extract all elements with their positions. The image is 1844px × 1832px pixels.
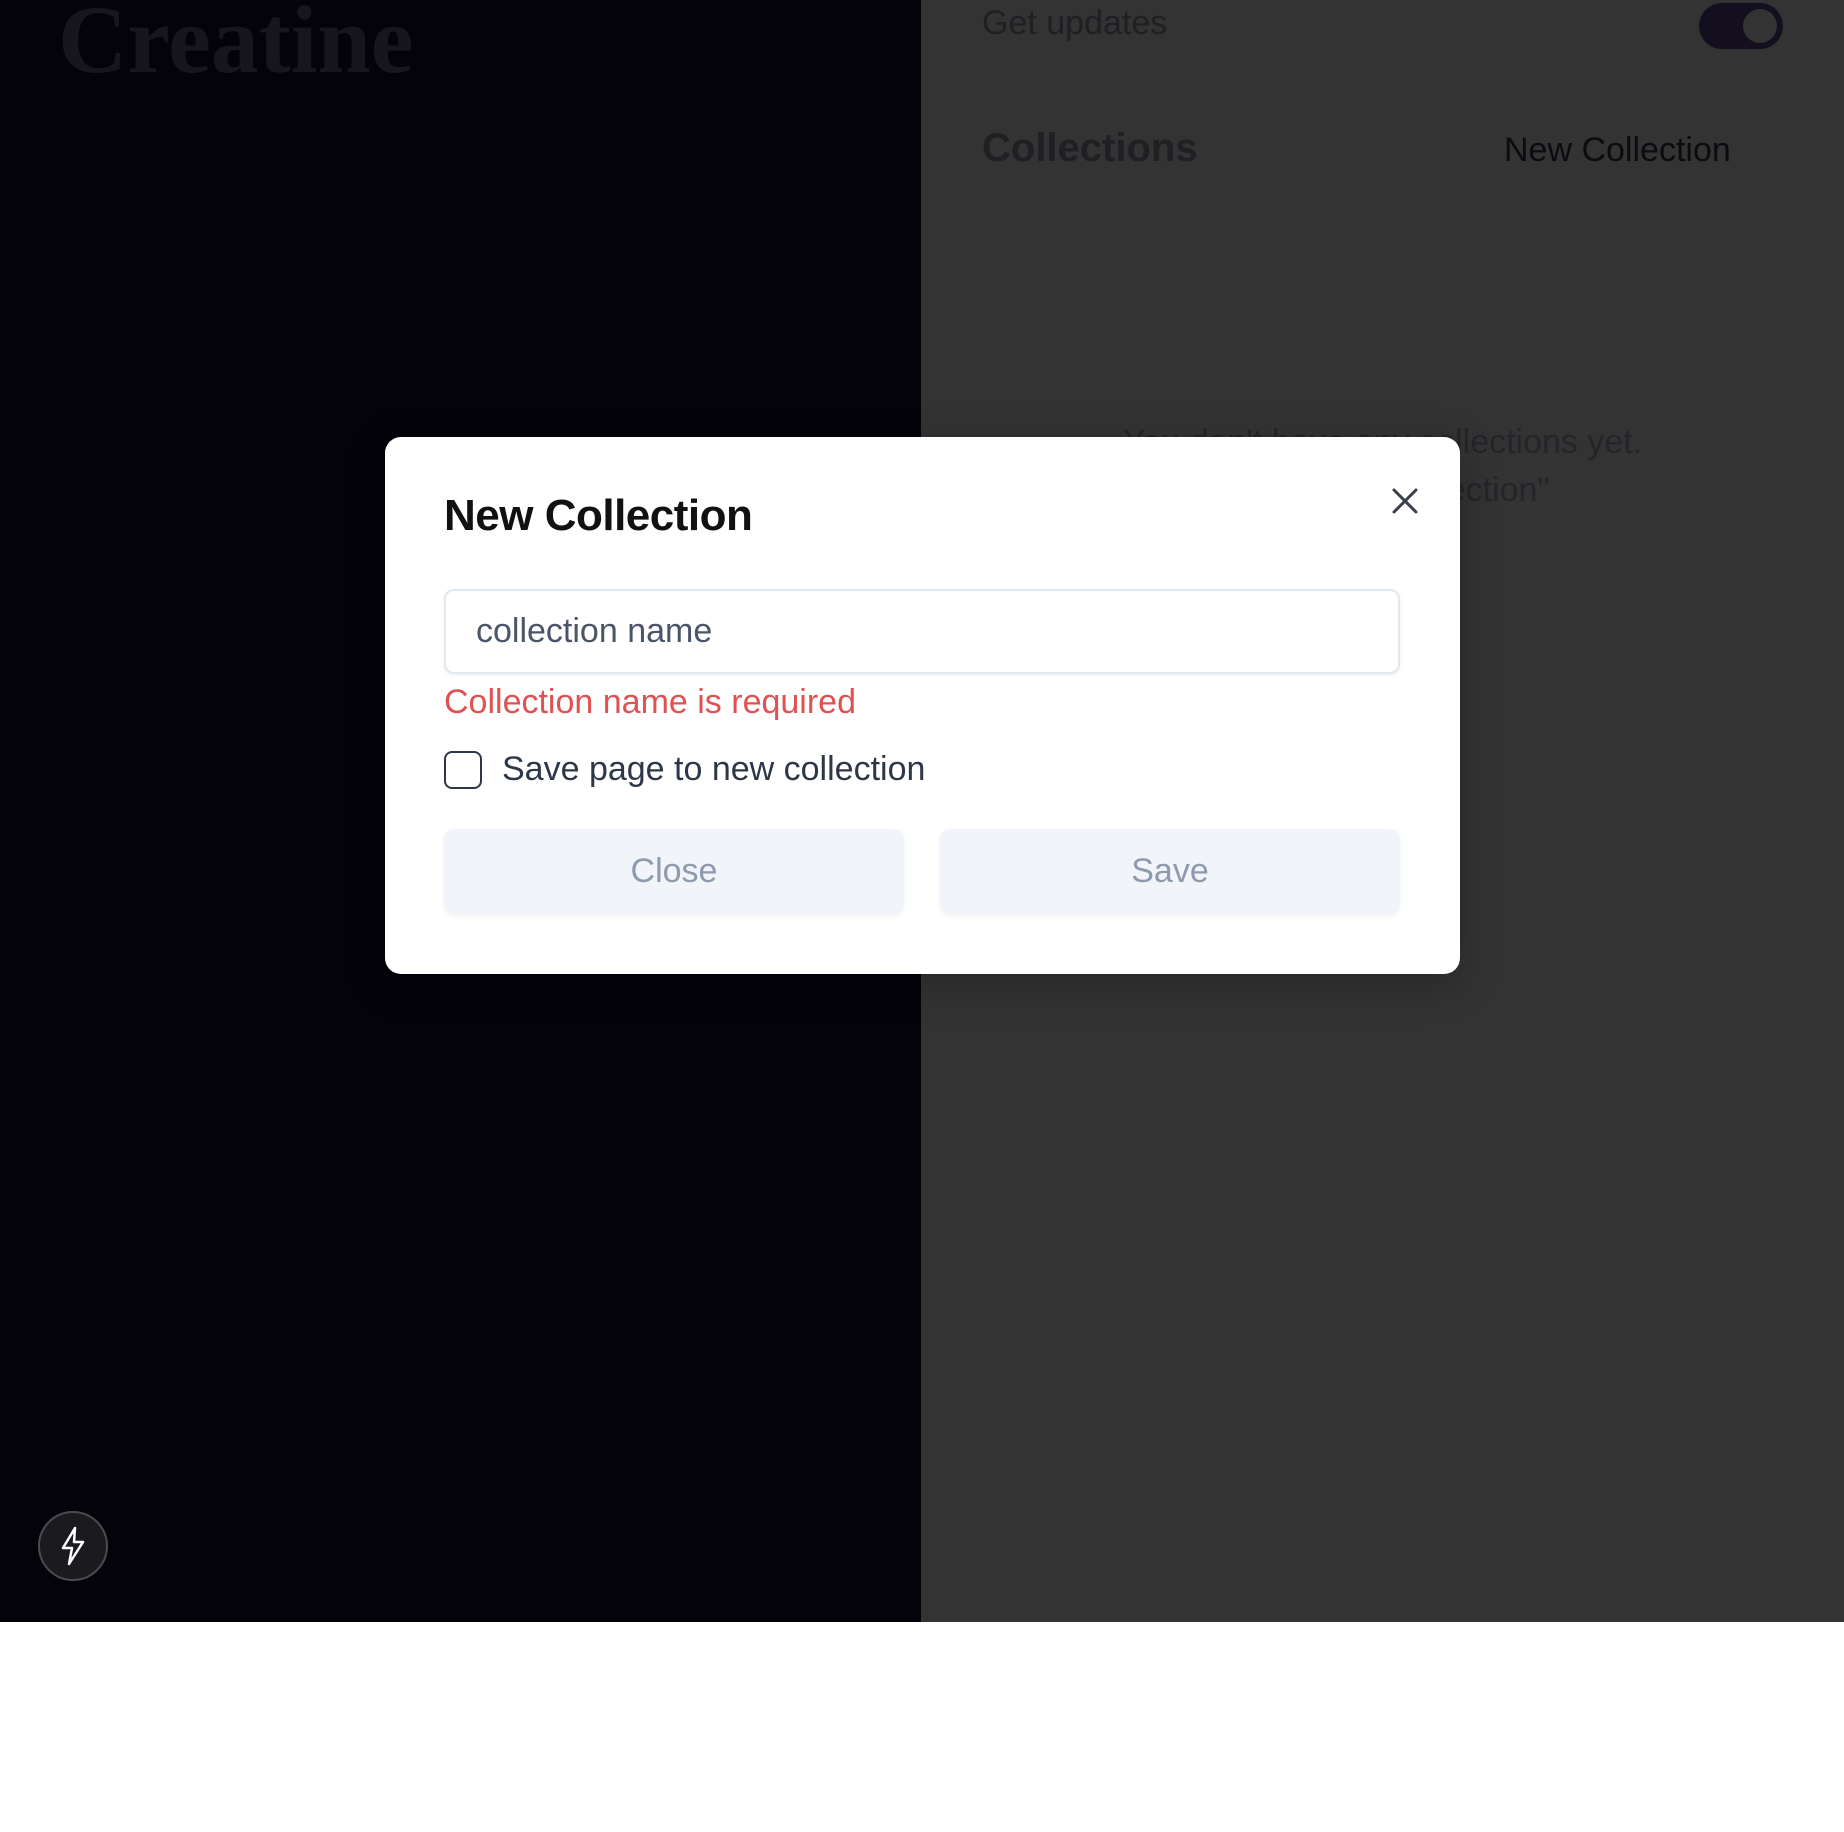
new-collection-modal: New Collection Collection name is requir… [385, 437, 1460, 974]
get-updates-toggle[interactable] [1699, 3, 1783, 49]
close-icon [1392, 488, 1418, 514]
modal-title: New Collection [444, 491, 753, 540]
collection-name-input[interactable] [444, 589, 1400, 674]
toggle-knob [1743, 9, 1777, 43]
brand-title: Creatine [58, 0, 414, 93]
save-button[interactable]: Save [940, 829, 1400, 914]
save-page-checkbox-label: Save page to new collection [502, 750, 926, 788]
lightning-icon [61, 1526, 85, 1566]
validation-error: Collection name is required [444, 683, 856, 721]
save-page-checkbox-row[interactable]: Save page to new collection [444, 750, 925, 789]
modal-close-button[interactable] [1385, 481, 1425, 521]
lightning-badge-button[interactable] [38, 1511, 108, 1581]
save-page-checkbox[interactable] [444, 750, 482, 789]
get-updates-label: Get updates [982, 4, 1168, 42]
new-collection-button[interactable]: New Collection [1504, 131, 1731, 170]
collections-heading: Collections [982, 126, 1198, 170]
close-button[interactable]: Close [444, 829, 904, 914]
